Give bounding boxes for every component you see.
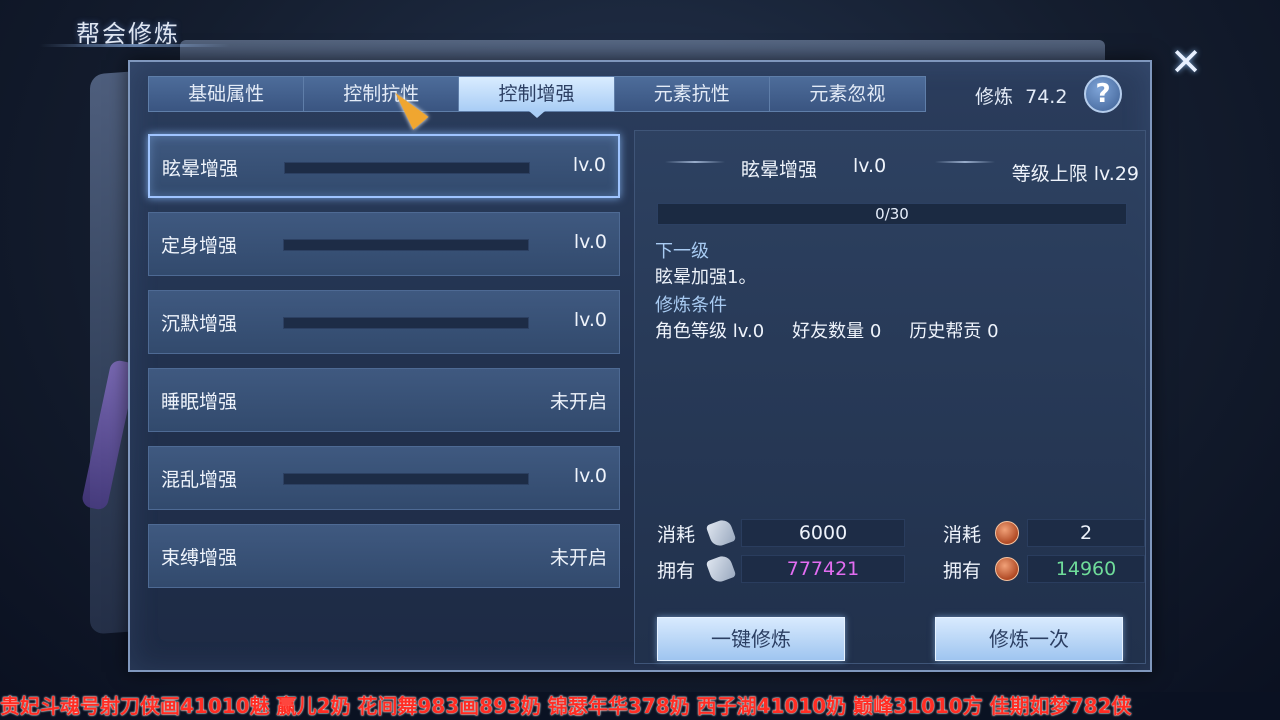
condition-role-level: 角色等级 lv.0 xyxy=(655,321,765,342)
close-icon[interactable]: ✕ xyxy=(1168,43,1204,81)
skill-item-bind[interactable]: 束缚增强 未开启 xyxy=(148,524,620,588)
scroll-consume-row: 消耗 6000 xyxy=(657,517,905,549)
skill-item-sleep[interactable]: 睡眠增强 未开启 xyxy=(148,368,620,432)
skill-status-locked: 未开启 xyxy=(549,391,607,413)
next-level-label: 下一级 xyxy=(655,241,709,262)
cultivation-number: 74.2 xyxy=(1025,86,1068,108)
scroll-icon xyxy=(705,517,737,549)
skill-name: 混乱增强 xyxy=(161,469,238,491)
exp-progress-bar: 0/30 xyxy=(657,203,1127,225)
next-level-description: 眩晕加强1。 xyxy=(655,267,757,288)
skill-level: lv.0 xyxy=(573,231,607,253)
cultivate-once-button[interactable]: 修炼一次 xyxy=(935,617,1123,661)
own-label: 拥有 xyxy=(657,559,696,582)
skill-progress-bar xyxy=(283,317,529,329)
skill-level: lv.0 xyxy=(573,465,607,487)
cultivation-label-text: 修炼 xyxy=(975,86,1014,108)
skill-progress-bar xyxy=(283,473,529,485)
coin-consume-value: 2 xyxy=(1027,519,1145,547)
scroll-own-value: 777421 xyxy=(741,555,905,583)
skill-name: 眩晕增强 xyxy=(162,158,239,180)
tab-control-enhance[interactable]: 控制增强 xyxy=(459,77,615,118)
scroll-icon xyxy=(705,553,737,585)
skill-progress-bar xyxy=(283,239,529,251)
detail-skill-name: 眩晕增强 xyxy=(741,159,818,181)
skill-level: lv.0 xyxy=(573,309,607,331)
skill-name: 睡眠增强 xyxy=(161,391,238,413)
skill-name: 定身增强 xyxy=(161,235,238,257)
skill-status-locked: 未开启 xyxy=(549,547,607,569)
tab-element-ignore[interactable]: 元素忽视 xyxy=(770,77,925,111)
scroll-consume-value: 6000 xyxy=(741,519,905,547)
skill-item-confusion[interactable]: 混乱增强 lv.0 xyxy=(148,446,620,510)
skill-item-stun[interactable]: 眩晕增强 lv.0 xyxy=(148,134,620,198)
tab-element-resistance[interactable]: 元素抗性 xyxy=(615,77,770,111)
coin-icon xyxy=(995,521,1019,545)
help-icon[interactable]: ? xyxy=(1084,75,1122,113)
cultivation-value: 修炼 74.2 xyxy=(975,82,1067,109)
consume-label: 消耗 xyxy=(657,523,696,546)
conditions-label: 修炼条件 xyxy=(655,295,727,316)
scroll-own-row: 拥有 777421 xyxy=(657,553,905,585)
tab-bar: 基础属性 控制抗性 控制增强 元素抗性 元素忽视 xyxy=(148,76,926,118)
one-click-cultivate-button[interactable]: 一键修炼 xyxy=(657,617,845,661)
tab-control-resistance[interactable]: 控制抗性 xyxy=(304,77,460,111)
own-label: 拥有 xyxy=(943,559,982,582)
coin-own-row: 拥有 14960 xyxy=(943,555,1145,583)
tab-basic-attributes[interactable]: 基础属性 xyxy=(149,77,305,111)
condition-guild-contribution: 历史帮贡 0 xyxy=(909,321,999,342)
detail-panel: 眩晕增强 lv.0 等级上限 lv.29 0/30 下一级 眩晕加强1。 修炼条… xyxy=(634,130,1146,664)
skill-level: lv.0 xyxy=(572,154,606,176)
coin-own-value: 14960 xyxy=(1027,555,1145,583)
skill-item-root[interactable]: 定身增强 lv.0 xyxy=(148,212,620,276)
title-left-ornament xyxy=(665,161,725,163)
title-right-ornament xyxy=(935,161,995,163)
coin-consume-row: 消耗 2 xyxy=(943,519,1145,547)
skill-name: 束缚增强 xyxy=(161,547,238,569)
coin-icon xyxy=(995,557,1019,581)
skill-list: 眩晕增强 lv.0 定身增强 lv.0 沉默增强 lv.0 睡眠增强 未开启 混… xyxy=(148,134,620,602)
detail-skill-level: lv.0 xyxy=(853,155,887,177)
level-cap: 等级上限 lv.29 xyxy=(1011,163,1139,185)
condition-friend-count: 好友数量 0 xyxy=(792,321,882,342)
skill-item-silence[interactable]: 沉默增强 lv.0 xyxy=(148,290,620,354)
title-underline-decoration xyxy=(40,44,230,47)
conditions-row: 角色等级 lv.0 好友数量 0 历史帮贡 0 xyxy=(655,317,999,343)
exp-progress-text: 0/30 xyxy=(875,205,909,223)
ticker-text: 贵妃斗魂号射刀侠画41010魅 赢儿2奶 花间舞983画893奶 锦瑟年华378… xyxy=(0,694,1132,718)
consume-label: 消耗 xyxy=(943,523,982,546)
skill-name: 沉默增强 xyxy=(161,313,238,335)
skill-progress-bar xyxy=(284,162,530,174)
chat-ticker: 贵妃斗魂号射刀侠画41010魅 赢儿2奶 花间舞983画893奶 锦瑟年华378… xyxy=(0,692,1280,720)
